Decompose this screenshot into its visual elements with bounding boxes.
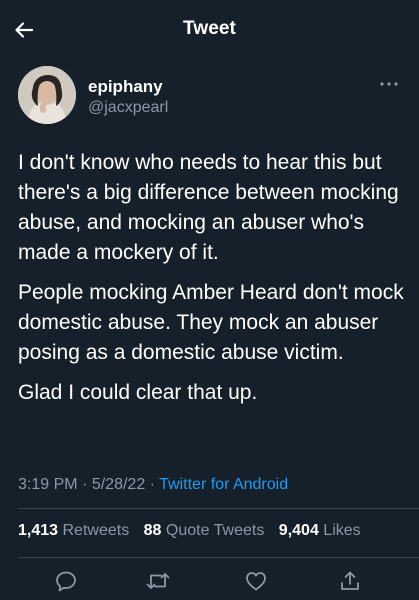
quote-tweets-label: Quote Tweets bbox=[165, 522, 265, 539]
tweet-metadata: 3:19 PM · 5/28/22 · Twitter for Android bbox=[18, 476, 288, 494]
tweet-author: epiphany @jacxpearl bbox=[18, 66, 403, 126]
top-bar: Tweet bbox=[0, 0, 419, 58]
likes-label: Likes bbox=[323, 522, 361, 539]
avatar-image bbox=[18, 66, 76, 124]
more-options-button[interactable] bbox=[377, 78, 401, 90]
retweets-label: Retweets bbox=[62, 522, 130, 539]
separator: · bbox=[149, 476, 155, 493]
tweet-paragraph: I don't know who needs to hear this but … bbox=[18, 151, 399, 264]
quote-tweets-stat[interactable]: 88 Quote Tweets bbox=[144, 522, 265, 539]
share-button[interactable] bbox=[336, 567, 364, 595]
likes-count: 9,404 bbox=[278, 522, 319, 539]
separator: · bbox=[82, 476, 88, 493]
quote-tweets-count: 88 bbox=[143, 522, 162, 539]
reply-icon bbox=[56, 571, 76, 592]
likes-stat[interactable]: 9,404 Likes bbox=[279, 522, 361, 539]
tweet-paragraph: People mocking Amber Heard don't mock do… bbox=[18, 281, 404, 364]
tweet-date[interactable]: 5/28/22 bbox=[92, 476, 145, 493]
tweet-text: I don't know who needs to hear this but … bbox=[18, 148, 410, 418]
divider bbox=[18, 557, 419, 558]
retweet-icon bbox=[146, 573, 170, 589]
tweet-paragraph: Glad I could clear that up. bbox=[18, 381, 258, 404]
reply-button[interactable] bbox=[52, 567, 80, 595]
retweets-count: 1,413 bbox=[18, 522, 59, 539]
user-handle[interactable]: @jacxpearl bbox=[88, 99, 168, 117]
share-icon bbox=[341, 571, 359, 590]
more-horizontal-icon bbox=[380, 82, 398, 86]
tweet-stats: 1,413 Retweets 88 Quote Tweets 9,404 Lik… bbox=[18, 522, 361, 540]
tweet-time[interactable]: 3:19 PM bbox=[18, 476, 78, 493]
page-title: Tweet bbox=[183, 18, 236, 39]
retweet-button[interactable] bbox=[144, 567, 172, 595]
display-name[interactable]: epiphany bbox=[88, 77, 163, 97]
like-button[interactable] bbox=[242, 567, 270, 595]
retweets-stat[interactable]: 1,413 Retweets bbox=[18, 522, 129, 539]
tweet-source-link[interactable]: Twitter for Android bbox=[159, 476, 288, 493]
avatar[interactable] bbox=[18, 66, 76, 124]
divider bbox=[18, 508, 419, 509]
action-bar bbox=[0, 563, 419, 595]
heart-icon bbox=[246, 572, 266, 591]
